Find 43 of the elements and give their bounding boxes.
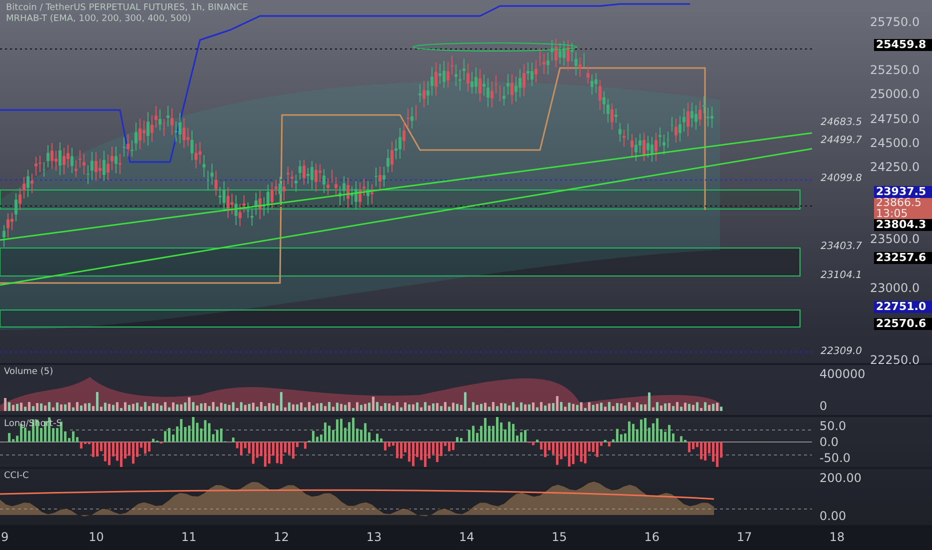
price-tick: 25750.0 bbox=[870, 15, 920, 29]
indicator-tick: 200.00 bbox=[819, 470, 862, 485]
level-label: 24683.5 bbox=[820, 117, 862, 128]
price-tag: 23866.5 13:05 bbox=[874, 198, 932, 220]
time-tick: 12 bbox=[274, 530, 290, 544]
price-tick: 23000.0 bbox=[870, 280, 920, 295]
price-tick: 24500.0 bbox=[870, 136, 920, 150]
time-tick: 15 bbox=[552, 530, 567, 544]
indicator-tick: 0 bbox=[819, 398, 828, 413]
level-label: 23403.7 bbox=[820, 240, 862, 252]
time-tick: 18 bbox=[829, 530, 845, 544]
price-tick: 25250.0 bbox=[870, 63, 920, 78]
indicator-title: CCI-C bbox=[4, 470, 29, 481]
indicator-tick: 400000 bbox=[819, 367, 866, 382]
price-tick: 23500.0 bbox=[870, 232, 920, 246]
level-label: 22309.0 bbox=[820, 346, 862, 358]
indicator-tick: 50.0 bbox=[819, 418, 848, 433]
price-tag: 23804.3 bbox=[874, 219, 932, 232]
price-tick: 24750.0 bbox=[870, 112, 920, 126]
indicator-title: Volume (5) bbox=[4, 367, 54, 378]
time-tick: 10 bbox=[88, 530, 104, 544]
price-tick: 22250.0 bbox=[870, 353, 920, 368]
time-tick: 17 bbox=[736, 530, 752, 544]
level-label: 24099.8 bbox=[820, 173, 862, 184]
price-tag: 22570.6 bbox=[874, 318, 932, 330]
time-tick: 9 bbox=[1, 530, 9, 544]
indicator-legend: MRHAB-T (EMA, 100, 200, 300, 400, 500) bbox=[6, 14, 248, 25]
symbol-title: Bitcoin / TetherUS PERPETUAL FUTURES, 1h, BINANCE bbox=[6, 3, 248, 14]
level-label: 24499.7 bbox=[820, 134, 862, 146]
level-label: 23104.1 bbox=[820, 270, 862, 281]
time-tick: 14 bbox=[459, 530, 474, 544]
price-tag: 23257.6 bbox=[874, 252, 932, 264]
time-tick: 11 bbox=[181, 530, 196, 544]
price-tick: 25000.0 bbox=[870, 87, 920, 102]
price-tick: 24250.0 bbox=[870, 160, 920, 174]
price-tag: 25459.8 bbox=[874, 39, 932, 52]
indicator-tick: 0.00 bbox=[819, 509, 848, 524]
price-tag: 23937.5 bbox=[874, 186, 932, 198]
time-tick: 16 bbox=[644, 530, 660, 544]
indicator-tick: 0.0 bbox=[819, 434, 840, 449]
indicator-tick: -50.0 bbox=[819, 450, 852, 465]
time-tick: 13 bbox=[366, 530, 382, 544]
price-tag: 22751.0 bbox=[874, 300, 932, 313]
